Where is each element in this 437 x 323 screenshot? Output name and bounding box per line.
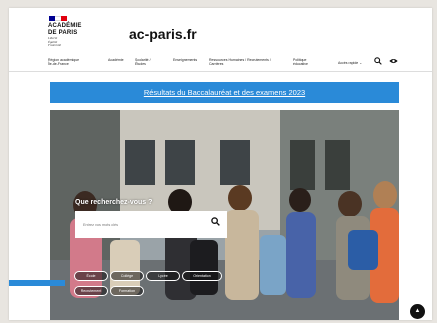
quick-link-ecole[interactable]: École xyxy=(74,271,108,281)
quick-link-college[interactable]: Collège xyxy=(110,271,144,281)
site-title[interactable]: ac-paris.fr xyxy=(129,26,197,42)
accent-bar xyxy=(9,280,65,286)
french-flag-logo[interactable] xyxy=(49,16,67,21)
header: ACADÉMIE DE PARIS Liberté Égalité Frater… xyxy=(9,8,432,54)
search-icon[interactable] xyxy=(374,57,382,67)
logo-line-1: ACADÉMIE xyxy=(48,23,82,29)
academie-logo[interactable]: ACADÉMIE DE PARIS xyxy=(48,23,82,36)
quick-link-formation[interactable]: Formation xyxy=(110,286,144,296)
page: ACADÉMIE DE PARIS Liberté Égalité Frater… xyxy=(9,8,432,320)
search-question: Que recherchez-vous ? xyxy=(75,199,153,206)
main-nav: Région académique Île-de-France Académie… xyxy=(9,56,432,72)
quick-link-lycee[interactable]: Lycée xyxy=(146,271,180,281)
motto-line-3: Fraternité xyxy=(48,43,62,48)
nav-item-region[interactable]: Région académique Île-de-France xyxy=(48,58,82,66)
nav-item-ressources-humaines[interactable]: Ressources Humaines / Recrutements / Car… xyxy=(209,58,277,66)
bac-results-banner[interactable]: Résultats du Baccalauréat et des examens… xyxy=(50,82,399,103)
quick-link-recrutement[interactable]: Recrutement xyxy=(74,286,108,296)
search-input[interactable] xyxy=(83,220,203,230)
hero-section: Que recherchez-vous ? École Collège Lycé… xyxy=(50,110,399,320)
nav-item-enseignements[interactable]: Enseignements xyxy=(173,58,197,62)
search-submit-icon[interactable] xyxy=(211,217,220,228)
back-to-top-button[interactable]: ▲ xyxy=(410,304,425,319)
republic-motto: Liberté Égalité Fraternité xyxy=(48,36,62,48)
nav-item-academie[interactable]: Académie xyxy=(108,58,124,62)
arrow-up-icon: ▲ xyxy=(414,308,421,314)
acces-rapide-menu[interactable]: Accès rapide ⌄ xyxy=(338,61,362,65)
nav-item-scolarite[interactable]: Scolarité / Études xyxy=(135,58,157,66)
hero-search-box xyxy=(75,211,227,238)
eye-icon[interactable] xyxy=(389,57,398,67)
quick-link-orientation[interactable]: Orientation xyxy=(182,271,222,281)
banner-link[interactable]: Résultats du Baccalauréat et des examens… xyxy=(50,88,399,97)
nav-item-politique-educative[interactable]: Politique éducative xyxy=(293,58,313,66)
